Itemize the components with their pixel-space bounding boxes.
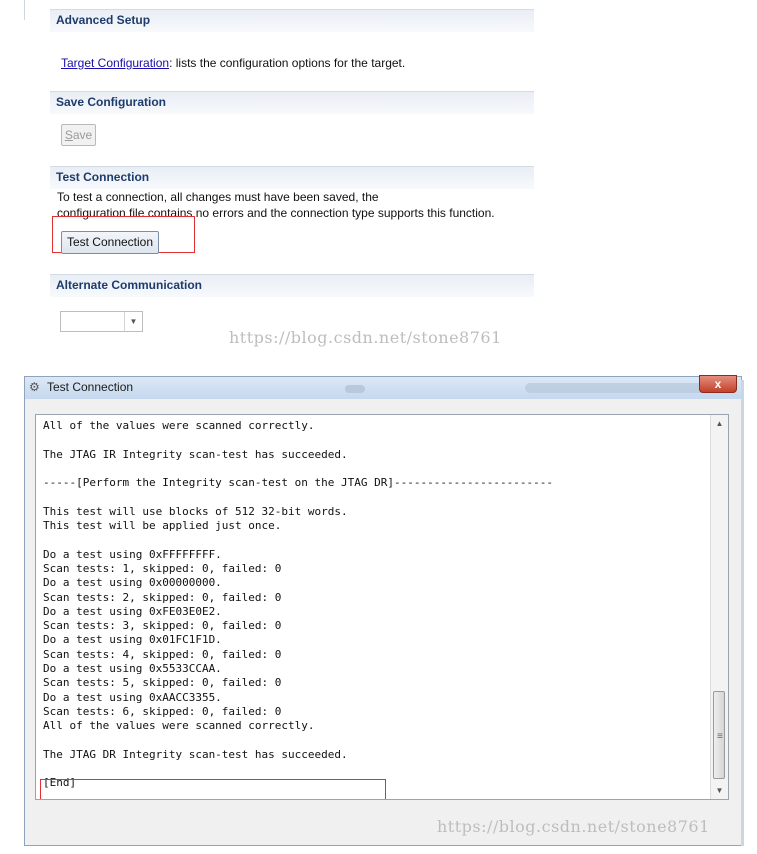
console-line: Do a test using 0x00000000.: [43, 576, 222, 590]
watermark: https://blog.csdn.net/stone8761: [437, 817, 710, 836]
window-edge: [741, 380, 744, 846]
console-line: This test will use blocks of 512 32-bit …: [43, 504, 348, 518]
console-line: Scan tests: 4, skipped: 0, failed: 0: [43, 647, 282, 661]
console-line: Scan tests: 3, skipped: 0, failed: 0: [43, 619, 282, 633]
console-line: Scan tests: 5, skipped: 0, failed: 0: [43, 676, 282, 690]
chevron-down-icon[interactable]: ▼: [711, 782, 728, 799]
gear-icon: ⚙: [29, 380, 40, 394]
highlight-box: [40, 779, 386, 799]
section-heading: Advanced Setup: [56, 13, 151, 27]
console-line: Do a test using 0xFE03E0E2.: [43, 604, 222, 618]
dialog-titlebar[interactable]: ⚙ Test Connection x: [25, 375, 741, 399]
test-connection-description-line1: To test a connection, all changes must h…: [57, 190, 379, 204]
console-line: Do a test using 0xAACC3355.: [43, 690, 222, 704]
panel-left-border: [24, 0, 25, 20]
console-line: All of the values were scanned correctly…: [43, 719, 315, 733]
scrollbar-thumb[interactable]: ≡: [713, 691, 725, 779]
console-line: The JTAG DR Integrity scan-test has succ…: [43, 747, 348, 761]
advanced-setup-description: Target Configuration: lists the configur…: [61, 56, 405, 70]
console-line: Do a test using 0x01FC1F1D.: [43, 633, 222, 647]
chevron-down-icon[interactable]: ▼: [124, 312, 142, 331]
save-configuration-header: Save Configuration: [50, 91, 534, 114]
link-description: : lists the configuration options for th…: [169, 56, 406, 70]
section-heading: Alternate Communication: [56, 278, 203, 292]
blurred-region: [525, 383, 715, 393]
close-icon: x: [714, 377, 722, 391]
grip-icon: ≡: [717, 731, 723, 742]
chevron-up-icon[interactable]: ▲: [711, 415, 728, 432]
console-line: Scan tests: 2, skipped: 0, failed: 0: [43, 590, 282, 604]
dialog-title: Test Connection: [47, 380, 134, 394]
test-connection-header: Test Connection: [50, 166, 534, 189]
alternate-communication-dropdown[interactable]: ▼: [60, 311, 143, 332]
console-line: Scan tests: 1, skipped: 0, failed: 0: [43, 561, 282, 575]
console-output[interactable]: All of the values were scanned correctly…: [35, 414, 729, 800]
watermark: https://blog.csdn.net/stone8761: [229, 328, 502, 347]
console-line: All of the values were scanned correctly…: [43, 419, 315, 432]
section-heading: Test Connection: [56, 170, 150, 184]
target-configuration-link[interactable]: Target Configuration: [61, 56, 169, 70]
alternate-communication-header: Alternate Communication: [50, 274, 534, 297]
save-button[interactable]: Save: [61, 124, 96, 146]
console-line: Scan tests: 6, skipped: 0, failed: 0: [43, 704, 282, 718]
save-label-mnemonic: S: [64, 128, 73, 142]
console-line: This test will be applied just once.: [43, 519, 282, 533]
advanced-setup-header: Advanced Setup: [50, 9, 534, 32]
console-line: -----[Perform the Integrity scan-test on…: [43, 476, 553, 490]
console-lines: All of the values were scanned correctly…: [43, 419, 703, 791]
console-line: Do a test using 0x5533CCAA.: [43, 662, 222, 676]
save-label-suffix: ave: [72, 128, 93, 142]
test-connection-button[interactable]: Test Connection: [61, 231, 159, 254]
blurred-region: [345, 385, 365, 393]
vertical-scrollbar[interactable]: ▲ ≡ ▼: [710, 415, 728, 799]
test-connection-dialog: ⚙ Test Connection x All of the values we…: [24, 375, 742, 846]
close-button[interactable]: x: [699, 375, 737, 393]
console-line: The JTAG IR Integrity scan-test has succ…: [43, 447, 348, 461]
console-line: Do a test using 0xFFFFFFFF.: [43, 547, 222, 561]
section-heading: Save Configuration: [56, 95, 167, 109]
